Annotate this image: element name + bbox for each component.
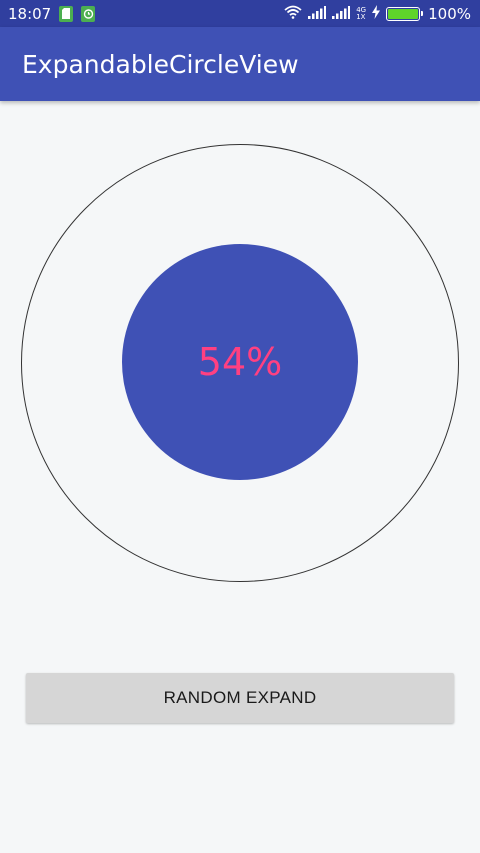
status-right: 4G 1X 100% (278, 4, 471, 23)
sim-notification-icon (59, 5, 74, 22)
expandable-circle-view[interactable]: 54% (21, 144, 459, 582)
signal-icon (308, 5, 327, 23)
battery-icon (386, 6, 424, 21)
signal-2-icon (332, 5, 351, 23)
network-type-bottom: 1X (356, 12, 366, 21)
app-bar: ExpandableCircleView (0, 27, 480, 101)
charging-icon (372, 4, 381, 23)
alarm-notification-icon (81, 5, 96, 22)
status-bar: 18:07 4G 1X 100% (0, 0, 480, 27)
clock: 18:07 (8, 4, 52, 23)
battery-percent: 100% (428, 4, 471, 23)
inner-expand-circle: 54% (122, 244, 358, 480)
wifi-icon (284, 5, 302, 23)
battery-level-fill (388, 8, 419, 19)
app-title: ExpandableCircleView (22, 49, 299, 79)
random-expand-button[interactable]: RANDOM EXPAND (26, 673, 454, 723)
network-type: 4G 1X (356, 6, 366, 21)
percent-label: 54% (197, 340, 283, 384)
status-left: 18:07 (8, 4, 96, 23)
